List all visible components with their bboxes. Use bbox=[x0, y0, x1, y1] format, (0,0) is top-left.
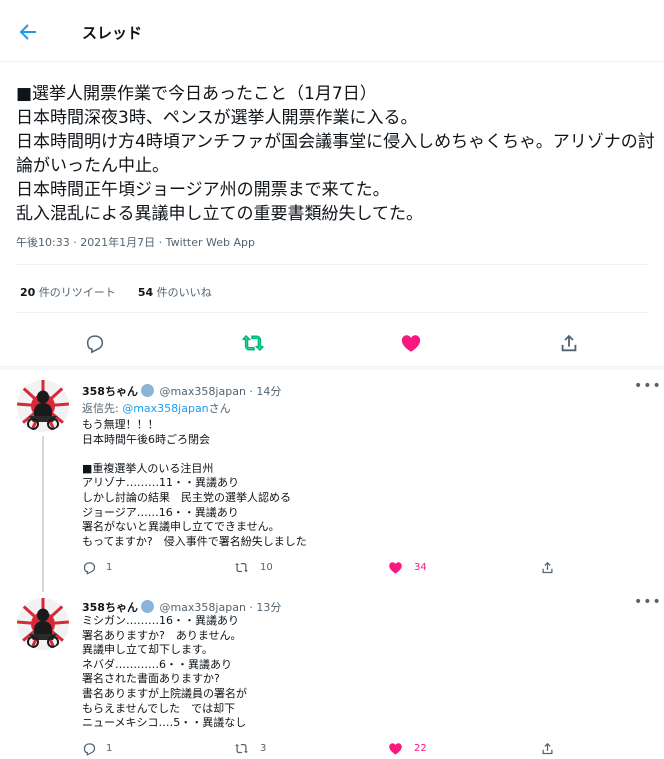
thread-line bbox=[42, 436, 44, 592]
like-icon[interactable] bbox=[388, 741, 403, 756]
badge-icon bbox=[140, 384, 154, 397]
more-options-icon[interactable]: ••• bbox=[634, 594, 662, 610]
divider bbox=[16, 312, 648, 313]
reply-time[interactable]: · 14分 bbox=[249, 385, 281, 398]
tweet-stats: 20 件のリツイート 54 件のいいね bbox=[20, 284, 212, 300]
reply-to: 返信先: @max358japanさん bbox=[82, 402, 231, 415]
author-handle[interactable]: @max358japan bbox=[159, 385, 245, 398]
page-title: スレッド bbox=[82, 24, 143, 42]
share-icon[interactable] bbox=[540, 560, 555, 575]
retweet-count: 3 bbox=[260, 743, 267, 754]
more-options-icon[interactable]: ••• bbox=[634, 378, 662, 394]
reply-actions: 1 10 34 bbox=[82, 560, 562, 578]
avatar[interactable] bbox=[17, 598, 69, 650]
like-count: 22 bbox=[414, 743, 427, 754]
thread-header: スレッド bbox=[0, 0, 664, 62]
badge-icon bbox=[140, 600, 154, 613]
like-icon[interactable] bbox=[388, 560, 403, 575]
retweet-icon[interactable] bbox=[242, 332, 264, 354]
share-icon[interactable] bbox=[540, 741, 555, 756]
reply-icon[interactable] bbox=[82, 560, 97, 575]
reply-count: 1 bbox=[106, 562, 113, 573]
retweet-count: 10 bbox=[260, 562, 273, 573]
share-icon[interactable] bbox=[558, 332, 580, 354]
like-count: 34 bbox=[414, 562, 427, 573]
retweet-icon[interactable] bbox=[234, 741, 249, 756]
author-handle[interactable]: @max358japan bbox=[159, 601, 245, 614]
section-separator bbox=[0, 366, 664, 370]
avatar[interactable] bbox=[17, 380, 69, 432]
reply-icon[interactable] bbox=[84, 332, 106, 354]
tweet-actions bbox=[0, 330, 664, 354]
tweet-meta[interactable]: 午後10:33 · 2021年1月7日 · Twitter Web App bbox=[16, 234, 255, 250]
reply-count: 1 bbox=[106, 743, 113, 754]
reply-text: もう無理！！！ 日本時間午後6時ごろ閉会 ■重複選挙人のいる注目州 アリゾナ……… bbox=[82, 418, 307, 548]
author-name[interactable]: 358ちゃん bbox=[82, 385, 138, 398]
avatar-biker-image bbox=[17, 380, 69, 432]
retweet-icon[interactable] bbox=[234, 560, 249, 575]
reply-time[interactable]: · 13分 bbox=[249, 601, 281, 614]
avatar-biker-image bbox=[17, 598, 69, 650]
reply-header: 358ちゃん @max358japan · 14分 bbox=[82, 383, 281, 399]
reply-actions: 1 3 22 bbox=[82, 741, 562, 759]
retweet-stat[interactable]: 20 件のリツイート bbox=[20, 284, 116, 300]
author-name[interactable]: 358ちゃん bbox=[82, 601, 138, 614]
tweet-body: ■選挙人開票作業で今日あったこと（1月7日） 日本時間深夜3時、ペンスが選挙人開… bbox=[16, 84, 655, 224]
reply-text: ミシガン………16・・異議あり 署名ありますか? ありません。 異議申し立て却下… bbox=[82, 614, 247, 730]
reply-to-handle[interactable]: @max358japan bbox=[122, 402, 208, 415]
like-stat[interactable]: 54 件のいいね bbox=[138, 284, 212, 300]
back-arrow-icon[interactable] bbox=[16, 20, 40, 44]
divider bbox=[16, 264, 648, 265]
reply-icon[interactable] bbox=[82, 741, 97, 756]
reply-header: 358ちゃん @max358japan · 13分 bbox=[82, 599, 281, 615]
like-icon[interactable] bbox=[400, 332, 422, 354]
